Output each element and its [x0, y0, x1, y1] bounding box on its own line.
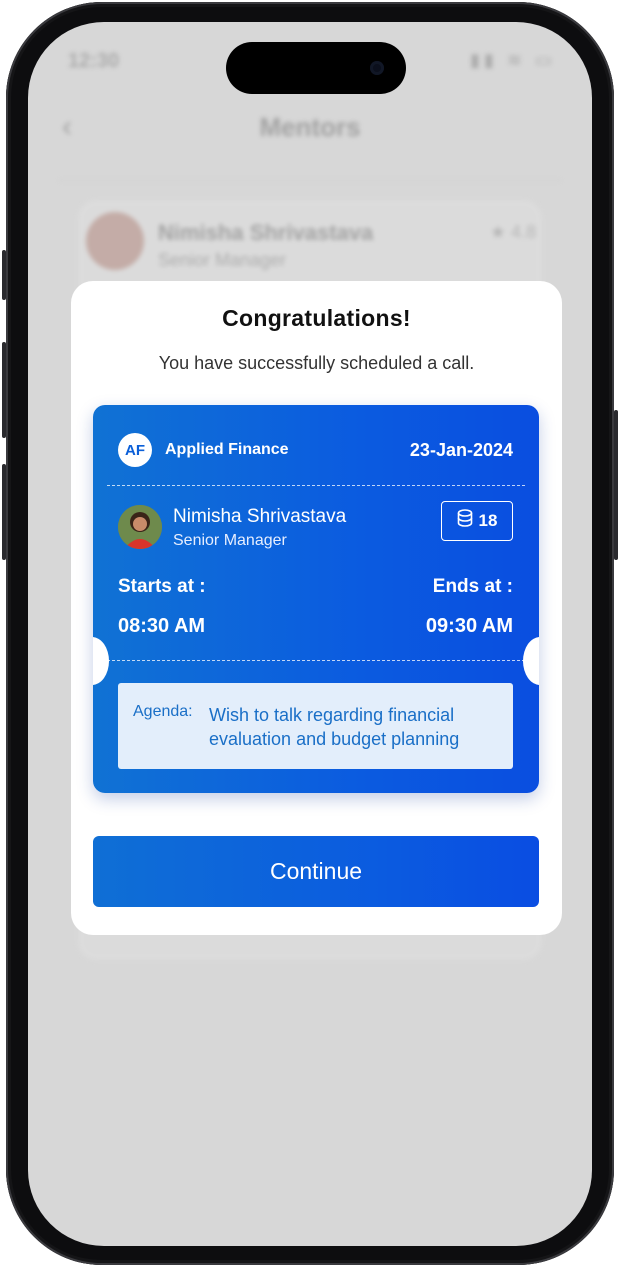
agenda-text: Wish to talk regarding financial evaluat…: [209, 705, 460, 749]
company-logo: AF: [118, 433, 152, 467]
company-name: Applied Finance: [165, 441, 289, 458]
ticket-divider-top: [107, 485, 525, 486]
ticket-divider-bottom: [107, 660, 525, 661]
mentor-name: Nimisha Shrivastava: [158, 220, 374, 245]
status-icons: ▮▮ ≋ ▭: [470, 50, 556, 70]
avatar: [86, 212, 144, 270]
page-title: Mentors: [259, 112, 361, 142]
ticket-notch-left: [93, 637, 109, 685]
continue-button[interactable]: Continue: [93, 836, 539, 907]
dynamic-island: [226, 42, 406, 94]
volume-up-button: [2, 342, 6, 438]
agenda-box: Agenda: Wish to talk regarding financial…: [118, 683, 513, 769]
booking-date: 23-Jan-2024: [409, 440, 513, 460]
dialog-title: Congratulations!: [222, 305, 411, 331]
status-time: 12:30: [68, 50, 120, 72]
ticket-notch-right: [523, 637, 539, 685]
end-time: 09:30 AM: [425, 615, 513, 637]
starts-label: Starts at :: [118, 576, 206, 597]
start-time: 08:30 AM: [118, 615, 206, 637]
volume-down-button: [2, 464, 6, 560]
avatar: [118, 505, 162, 549]
rating-badge: ★ 4.8: [489, 222, 536, 242]
camera-icon: [370, 61, 384, 75]
mentor-role: Senior Manager: [173, 532, 287, 549]
header-divider: [58, 180, 562, 181]
action-button: [2, 250, 6, 300]
coins-count: 18: [478, 511, 498, 530]
booking-ticket: AF Applied Finance 23-Jan-2024 Nimisha S…: [93, 405, 539, 793]
mentor-role: Senior Manager: [158, 250, 287, 270]
agenda-label: Agenda:: [133, 703, 193, 720]
power-button: [614, 410, 618, 560]
coins-icon: [457, 508, 473, 534]
mentor-name: Nimisha Shrivastava: [173, 506, 347, 527]
dialog-subtitle: You have successfully scheduled a call.: [158, 353, 475, 373]
phone-frame: 12:30 ▮▮ ≋ ▭ ‹ Mentors Nimisha Shrivasta…: [2, 2, 618, 1265]
ends-label: Ends at :: [432, 576, 513, 597]
coins-badge: 18: [441, 501, 513, 541]
success-dialog: Congratulations! You have successfully s…: [71, 281, 562, 935]
screen: 12:30 ▮▮ ≋ ▭ ‹ Mentors Nimisha Shrivasta…: [28, 22, 592, 1246]
